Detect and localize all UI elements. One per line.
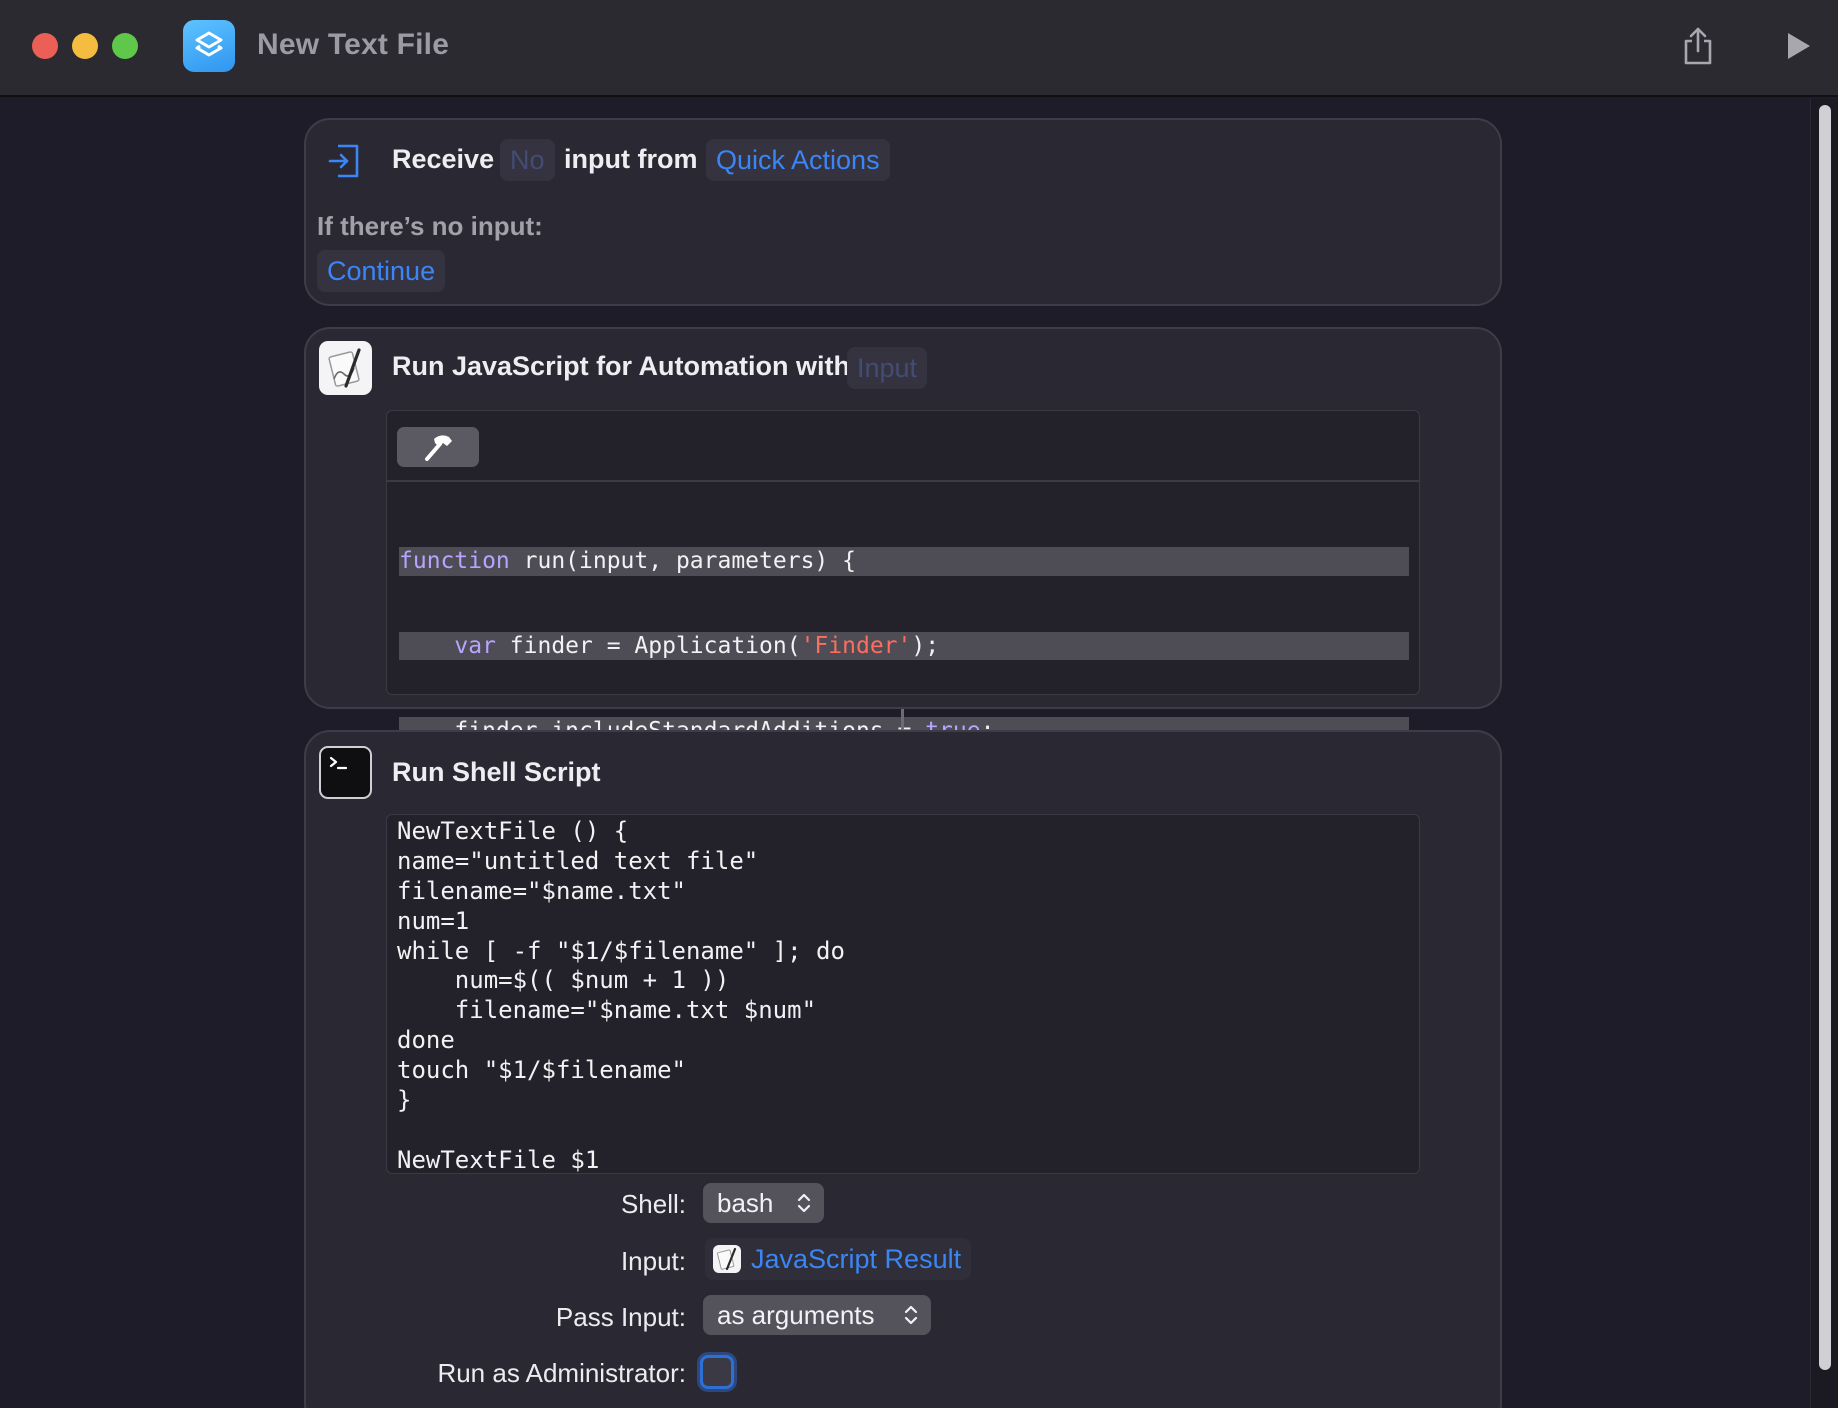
code-line: num=1 [397, 906, 470, 935]
play-icon [1788, 33, 1810, 59]
title-bar: New Text File [0, 0, 1838, 97]
compile-button[interactable] [397, 427, 479, 467]
no-input-label: If there’s no input: [317, 211, 543, 241]
pass-input-popup-value: as arguments [717, 1300, 875, 1330]
code-line: var finder = Application('Finder'); [399, 632, 1409, 661]
run-as-admin-checkbox[interactable] [700, 1355, 734, 1389]
script-editor-icon [319, 341, 372, 395]
script-editor-icon [713, 1245, 741, 1273]
shell-code-editor[interactable]: NewTextFile () {name="untitled text file… [386, 814, 1420, 1174]
close-window-button[interactable] [32, 33, 58, 59]
input-source-token[interactable]: Quick Actions [706, 139, 890, 181]
input-type-token[interactable]: No [500, 139, 555, 181]
window-title: New Text File [257, 28, 450, 61]
code-line: filename="$name.txt" [397, 876, 686, 905]
chevron-updown-icon [904, 1305, 918, 1325]
code-line: function run(input, parameters) { [399, 547, 1409, 576]
pass-input-popup[interactable]: as arguments [703, 1295, 931, 1335]
code-line: done [397, 1026, 455, 1055]
editor-toolbar [387, 411, 1419, 482]
shortcuts-app-icon [183, 20, 235, 72]
no-input-action-token[interactable]: Continue [317, 250, 446, 292]
chevron-updown-icon [797, 1193, 811, 1213]
code-line: filename="$name.txt $num" [397, 996, 817, 1025]
shell-code[interactable]: NewTextFile () {name="untitled text file… [397, 817, 845, 1176]
share-button[interactable] [1676, 22, 1720, 70]
pass-input-label: Pass Input: [555, 1302, 686, 1332]
code-line: num=$(( $num + 1 )) [397, 966, 730, 995]
code-line: name="untitled text file" [397, 846, 759, 875]
receive-title: Receive [392, 144, 495, 174]
run-as-admin-label: Run as Administrator: [437, 1358, 686, 1388]
input-from-label: input from [564, 144, 698, 174]
shell-action-title: Run Shell Script [392, 757, 601, 787]
terminal-icon [319, 746, 372, 799]
code-line: NewTextFile $1 [397, 1145, 600, 1174]
receive-input-icon [328, 144, 359, 178]
scrollbar-thumb[interactable] [1819, 105, 1831, 1370]
hammer-icon [425, 435, 452, 461]
code-line: NewTextFile () { [397, 817, 629, 845]
shell-popup-value: bash [717, 1188, 774, 1218]
shell-input-token[interactable]: JavaScript Result [705, 1238, 972, 1280]
code-line: } [397, 1086, 412, 1115]
zoom-window-button[interactable] [112, 33, 138, 59]
code-line: while [ -f "$1/$filename" ]; do [397, 936, 845, 965]
shell-popup[interactable]: bash [703, 1183, 824, 1223]
action-connector [901, 709, 904, 730]
code-line: touch "$1/$filename" [397, 1056, 686, 1085]
minimize-window-button[interactable] [72, 33, 98, 59]
javascript-code-editor[interactable]: function run(input, parameters) { var fi… [386, 410, 1420, 1084]
shell-label: Shell: [620, 1189, 686, 1219]
run-button[interactable] [1776, 22, 1820, 70]
input-label: Input: [620, 1246, 686, 1276]
share-icon [1684, 27, 1712, 65]
js-input-token[interactable]: Input [847, 347, 928, 389]
shell-input-value: JavaScript Result [751, 1243, 962, 1274]
javascript-action-title: Run JavaScript for Automation with [392, 351, 851, 381]
